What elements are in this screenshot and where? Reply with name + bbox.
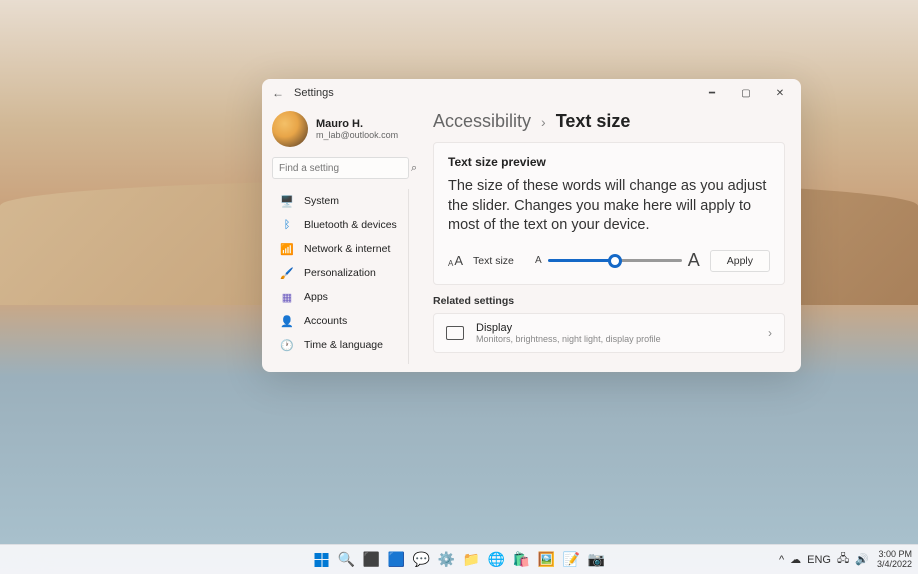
breadcrumb: Accessibility › Text size xyxy=(433,111,785,132)
preview-body: The size of these words will change as y… xyxy=(448,177,770,236)
display-link-card[interactable]: Display Monitors, brightness, night ligh… xyxy=(433,313,785,353)
date: 3/4/2022 xyxy=(877,560,912,570)
gaming-icon: 🎮 xyxy=(280,362,294,364)
camera-icon[interactable]: 📷 xyxy=(586,549,608,571)
taskbar: 🔍 ⬛ 🟦 💬 ⚙️ 📁 🌐 🛍️ 🖼️ 📝 📷 ^ ☁ ENG 🖧 🔊 3:0… xyxy=(0,544,918,574)
taskbar-center: 🔍 ⬛ 🟦 💬 ⚙️ 📁 🌐 🛍️ 🖼️ 📝 📷 xyxy=(311,549,608,571)
display-icon xyxy=(446,326,464,340)
widgets-button[interactable]: 🟦 xyxy=(386,549,408,571)
system-icon: 🖥️ xyxy=(280,194,294,208)
start-button[interactable] xyxy=(311,549,333,571)
related-heading: Related settings xyxy=(433,295,785,307)
search-button[interactable]: 🔍 xyxy=(336,549,358,571)
settings-window: ← Settings ━ ▢ ✕ Mauro H. m_lab@outlook.… xyxy=(262,79,801,372)
maximize-button[interactable]: ▢ xyxy=(729,81,763,105)
apps-icon: ▦ xyxy=(280,290,294,304)
network-icon: 📶 xyxy=(280,242,294,256)
nav-system[interactable]: 🖥️ System xyxy=(272,189,408,213)
apply-button[interactable]: Apply xyxy=(710,250,770,272)
text-size-slider[interactable] xyxy=(548,259,682,262)
text-size-icon: AA xyxy=(448,253,463,268)
nav-gaming[interactable]: 🎮 Gaming xyxy=(272,357,408,364)
nav-label: Bluetooth & devices xyxy=(304,219,397,231)
nav-bluetooth[interactable]: ᛒ Bluetooth & devices xyxy=(272,213,408,237)
search-box[interactable]: ⌕ xyxy=(272,157,409,179)
app-icon[interactable]: 🖼️ xyxy=(536,549,558,571)
slider-row: AA Text size A A Apply xyxy=(448,250,770,272)
nav-time[interactable]: 🕐 Time & language xyxy=(272,333,408,357)
nav-label: Time & language xyxy=(304,339,383,351)
back-button[interactable]: ← xyxy=(266,81,290,105)
bluetooth-icon: ᛒ xyxy=(280,218,294,232)
nav-personalization[interactable]: 🖌️ Personalization xyxy=(272,261,408,285)
chevron-right-icon: › xyxy=(541,114,546,130)
language-indicator[interactable]: ENG xyxy=(807,554,831,566)
nav-accounts[interactable]: 👤 Accounts xyxy=(272,309,408,333)
breadcrumb-parent[interactable]: Accessibility xyxy=(433,111,531,132)
profile-email: m_lab@outlook.com xyxy=(316,130,398,140)
chevron-right-icon: › xyxy=(768,326,772,340)
slider-label: Text size xyxy=(473,255,525,267)
minimize-button[interactable]: ━ xyxy=(695,81,729,105)
titlebar: ← Settings ━ ▢ ✕ xyxy=(262,79,801,107)
close-button[interactable]: ✕ xyxy=(763,81,797,105)
nav-label: Apps xyxy=(304,291,328,303)
notepad-icon[interactable]: 📝 xyxy=(561,549,583,571)
nav-label: Personalization xyxy=(304,267,376,279)
brush-icon: 🖌️ xyxy=(280,266,294,280)
nav-network[interactable]: 📶 Network & internet xyxy=(272,237,408,261)
system-tray: ^ ☁ ENG 🖧 🔊 3:00 PM 3/4/2022 xyxy=(779,550,912,570)
display-title: Display xyxy=(476,322,756,334)
nav-label: System xyxy=(304,195,339,207)
display-desc: Monitors, brightness, night light, displ… xyxy=(476,334,756,344)
nav-label: Gaming xyxy=(304,363,341,364)
tray-chevron-icon[interactable]: ^ xyxy=(779,554,784,566)
clock-icon: 🕐 xyxy=(280,338,294,352)
search-input[interactable] xyxy=(279,163,411,174)
network-tray-icon[interactable]: 🖧 xyxy=(837,550,849,569)
volume-tray-icon[interactable]: 🔊 xyxy=(855,553,869,566)
store-icon[interactable]: 🛍️ xyxy=(511,549,533,571)
app-title: Settings xyxy=(294,87,334,99)
nav-label: Accounts xyxy=(304,315,347,327)
clock[interactable]: 3:00 PM 3/4/2022 xyxy=(877,550,912,570)
settings-taskbar-icon[interactable]: ⚙️ xyxy=(436,549,458,571)
avatar xyxy=(272,111,308,147)
preview-card: Text size preview The size of these word… xyxy=(433,142,785,285)
sidebar: Mauro H. m_lab@outlook.com ⌕ 🖥️ System ᛒB… xyxy=(262,107,417,372)
preview-heading: Text size preview xyxy=(448,155,770,169)
a-small-icon: A xyxy=(535,255,542,266)
nav-list: 🖥️ System ᛒ Bluetooth & devices 📶 Network &… xyxy=(272,189,409,364)
explorer-icon[interactable]: 📁 xyxy=(461,549,483,571)
accounts-icon: 👤 xyxy=(280,314,294,328)
chat-button[interactable]: 💬 xyxy=(411,549,433,571)
task-view-button[interactable]: ⬛ xyxy=(361,549,383,571)
edge-icon[interactable]: 🌐 xyxy=(486,549,508,571)
nav-apps[interactable]: ▦ Apps xyxy=(272,285,408,309)
nav-label: Network & internet xyxy=(304,243,390,255)
profile-name: Mauro H. xyxy=(316,118,398,130)
onedrive-icon[interactable]: ☁ xyxy=(790,553,801,566)
profile-block[interactable]: Mauro H. m_lab@outlook.com xyxy=(272,107,409,157)
breadcrumb-current: Text size xyxy=(556,111,631,132)
main-content: Accessibility › Text size Text size prev… xyxy=(417,107,801,372)
a-big-icon: A xyxy=(688,250,700,271)
